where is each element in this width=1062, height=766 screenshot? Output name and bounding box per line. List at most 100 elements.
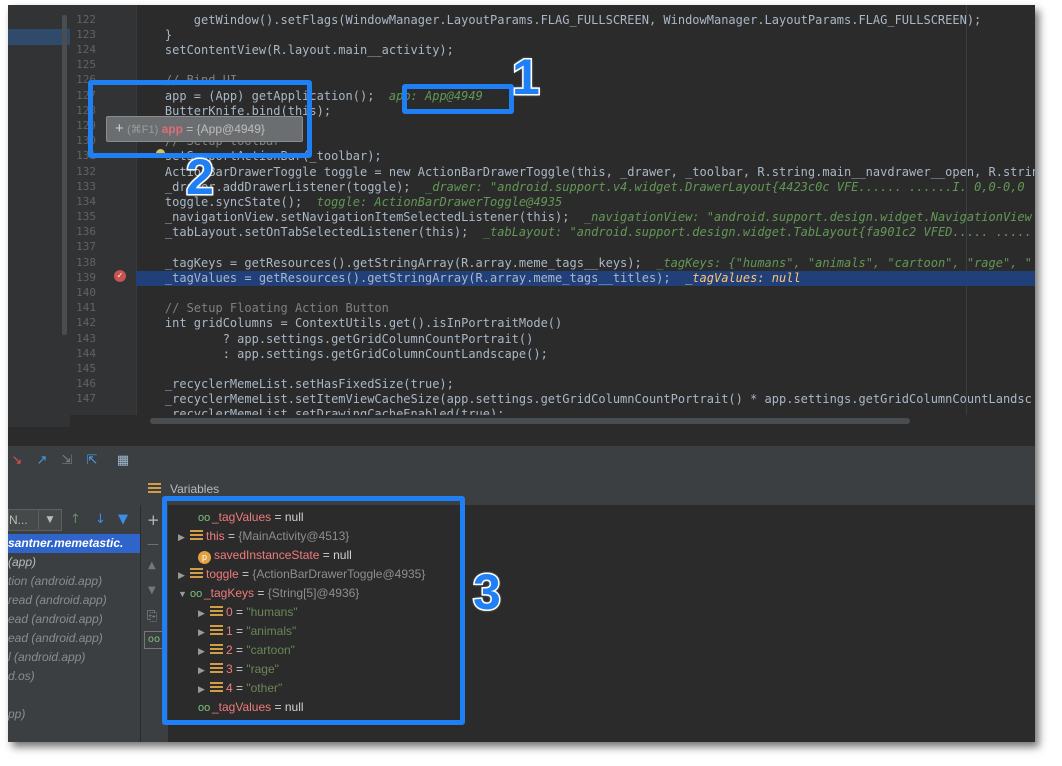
code-line[interactable]: ? app.settings.getGridColumnCountPortrai…	[136, 332, 534, 347]
code-line[interactable]: int gridColumns = ContextUtils.get().isI…	[136, 316, 562, 331]
frame-item[interactable]	[8, 686, 140, 705]
line-number-gutter[interactable]: 122 123 124 125 126 127 128 129 130 131 …	[70, 5, 165, 415]
code-text: ? app.settings.getGridColumnCountPortrai…	[136, 332, 534, 346]
copy-icon[interactable]: ⎘	[147, 609, 157, 624]
code-text: getWindow().setFlags(WindowManager.Layou…	[136, 13, 982, 27]
code-text: _tagValues = getResources().getStringArr…	[136, 271, 671, 285]
inline-debug-value: _tagKeys: {"humans", "animals", "cartoon…	[641, 256, 1032, 270]
line-number: 147	[76, 392, 96, 405]
line-number: 139	[76, 271, 96, 284]
code-comment: // Setup Floating Action Button	[136, 301, 389, 315]
remove-watch-icon[interactable]: —	[147, 537, 159, 551]
frame-item[interactable]: l (android.app)	[8, 648, 140, 667]
frames-toolbar: N... ▼ ↑ ↓ ▼	[8, 505, 140, 533]
inline-debug-value: toggle: ActionBarDrawerToggle@4935	[302, 195, 563, 209]
chevron-down-icon[interactable]: ▼	[38, 509, 61, 529]
filter-icon[interactable]: ▼	[118, 512, 128, 527]
code-text: ActionBarDrawerToggle toggle = new Actio…	[136, 165, 1035, 179]
code-line[interactable]: _tabLayout.setOnTabSelectedListener(this…	[136, 225, 1032, 240]
code-text: _tagKeys = getResources().getStringArray…	[136, 256, 642, 270]
code-area[interactable]: getWindow().setFlags(WindowManager.Layou…	[136, 5, 1035, 415]
code-line[interactable]: _tagKeys = getResources().getStringArray…	[136, 256, 1032, 271]
code-line[interactable]: _recyclerMemeList.setHasFixedSize(true);	[136, 377, 454, 392]
line-number: 132	[76, 165, 96, 178]
frame-item[interactable]: (app)	[8, 553, 140, 572]
code-text: _recyclerMemeList.setHasFixedSize(true);	[136, 377, 454, 391]
frame-item[interactable]: santner.memetastic.	[8, 534, 140, 553]
callout-number-1: 1	[511, 48, 542, 107]
callout-box-3	[162, 496, 465, 725]
code-text: _tabLayout.setOnTabSelectedListener(this…	[136, 225, 469, 239]
line-number: 142	[76, 316, 96, 329]
line-number: 137	[76, 240, 96, 253]
line-number: 143	[76, 332, 96, 345]
frames-panel: N... ▼ ↑ ↓ ▼ santner.memetastic. (app) t…	[8, 475, 140, 742]
frame-item[interactable]: tion (android.app)	[8, 572, 140, 591]
inline-debug-value: _tabLayout: "android.support.design.widg…	[468, 225, 1032, 239]
code-line[interactable]: ActionBarDrawerToggle toggle = new Actio…	[136, 165, 1035, 180]
breakpoint-icon[interactable]: ✓	[114, 270, 126, 282]
scrollbar-thumb[interactable]	[150, 418, 910, 424]
arrow-down-icon[interactable]: ↓	[95, 512, 106, 527]
line-number: 122	[76, 13, 96, 26]
thread-select-value: N...	[9, 513, 28, 527]
step-out-icon[interactable]: ⇱	[85, 454, 99, 468]
project-tree-selected-item[interactable]	[8, 29, 70, 45]
variables-icon	[148, 483, 161, 494]
code-line[interactable]: : app.settings.getGridColumnCountLandsca…	[136, 347, 548, 362]
line-number: 134	[76, 195, 96, 208]
project-tree-panel[interactable]	[8, 5, 70, 427]
debugger-toolbar: ↘ ↗ ⇲ ⇱ ▦	[8, 445, 1035, 476]
line-number: 133	[76, 180, 96, 193]
callout-box-1	[402, 84, 514, 114]
code-line[interactable]: _navigationView.setNavigationItemSelecte…	[136, 210, 1032, 225]
line-number: 141	[76, 301, 96, 314]
code-line[interactable]: getWindow().setFlags(WindowManager.Layou…	[136, 13, 981, 28]
add-watch-icon[interactable]: +	[147, 511, 160, 529]
frame-item[interactable]: ead (android.app)	[8, 629, 140, 648]
code-text: : app.settings.getGridColumnCountLandsca…	[136, 347, 548, 361]
code-line[interactable]: _recyclerMemeList.setItemViewCacheSize(a…	[136, 392, 1032, 407]
line-number: 145	[76, 362, 96, 375]
code-line[interactable]: _drawer.addDrawerListener(toggle); _draw…	[136, 180, 1025, 195]
variables-title: Variables	[170, 482, 220, 496]
step-into-icon[interactable]: ↗	[35, 454, 49, 468]
force-step-into-icon[interactable]: ⇲	[60, 454, 74, 468]
editor-horizontal-scrollbar[interactable]	[136, 415, 1035, 427]
line-number: 140	[76, 286, 96, 299]
line-number: 144	[76, 347, 96, 360]
watches-toggle-icon[interactable]: oo	[144, 631, 164, 649]
code-line[interactable]: setContentView(R.layout.main__activity);	[136, 43, 454, 58]
line-number: 124	[76, 43, 96, 56]
arrow-up-icon[interactable]: ↑	[70, 512, 81, 527]
line-number: 138	[76, 256, 96, 269]
project-tree-scrollbar[interactable]	[62, 15, 67, 335]
code-text: _recyclerMemeList.setItemViewCacheSize(a…	[136, 392, 1032, 406]
frame-item[interactable]: ead (android.app)	[8, 610, 140, 629]
frame-item[interactable]: d.os)	[8, 667, 140, 686]
line-number: 146	[76, 377, 96, 390]
callout-number-2: 2	[185, 148, 216, 207]
callout-box-2	[88, 80, 312, 158]
line-number: 123	[76, 28, 96, 41]
callout-number-3: 3	[472, 563, 503, 622]
current-execution-line[interactable]: _tagValues = getResources().getStringArr…	[136, 271, 1035, 286]
move-down-icon[interactable]: ▼	[148, 585, 156, 596]
code-text: _navigationView.setNavigationItemSelecte…	[136, 210, 570, 224]
inline-debug-value: _tagValues: null	[670, 271, 801, 285]
code-line[interactable]: _recyclerMemeList.setDrawingCacheEnabled…	[136, 407, 505, 415]
code-text: }	[136, 28, 173, 42]
frame-item[interactable]: pp)	[8, 705, 140, 724]
inline-debug-value: _navigationView: "android.support.design…	[569, 210, 1032, 224]
frame-item[interactable]: read (android.app)	[8, 591, 140, 610]
code-line[interactable]: }	[136, 28, 172, 43]
code-line[interactable]: // Setup Floating Action Button	[136, 301, 389, 316]
line-number: 135	[76, 210, 96, 223]
evaluate-expression-icon[interactable]: ▦	[116, 454, 130, 468]
line-number: 136	[76, 225, 96, 238]
code-text: _recyclerMemeList.setDrawingCacheEnabled…	[136, 407, 505, 415]
inline-debug-value: _drawer: "android.support.v4.widget.Draw…	[410, 180, 1025, 194]
move-up-icon[interactable]: ▲	[148, 560, 156, 571]
step-over-icon[interactable]: ↘	[10, 454, 24, 468]
frame-item[interactable]	[8, 724, 140, 742]
